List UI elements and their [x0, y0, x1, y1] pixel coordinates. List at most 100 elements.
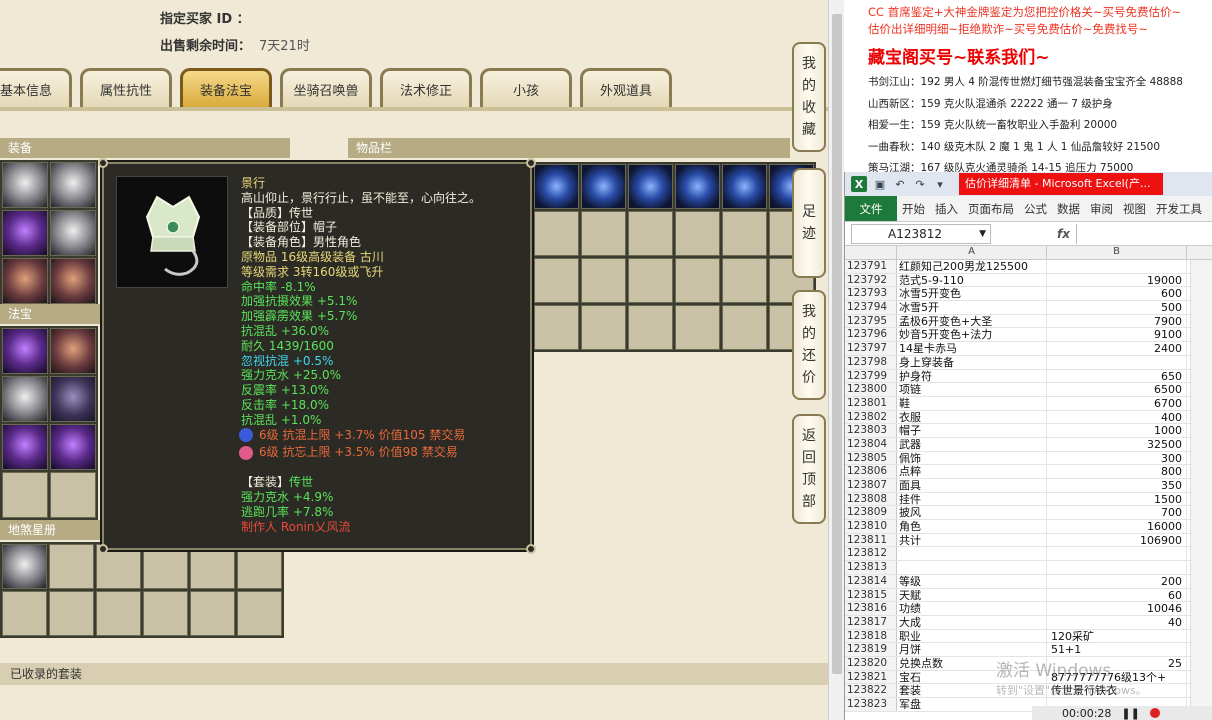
item-slot[interactable]: [722, 164, 767, 209]
cell-a[interactable]: 佩饰: [897, 451, 1047, 465]
fabao-slot[interactable]: [50, 328, 96, 374]
cell-a[interactable]: 红颜知己200男龙125500: [897, 260, 1047, 273]
star-slot[interactable]: [190, 544, 235, 589]
row-number[interactable]: 123813: [845, 561, 897, 574]
row-number[interactable]: 123815: [845, 588, 897, 602]
row-number[interactable]: 123792: [845, 273, 897, 287]
back-to-top-button[interactable]: 返回顶部: [792, 414, 826, 524]
row-number[interactable]: 123823: [845, 698, 897, 711]
star-slot[interactable]: [190, 591, 235, 636]
star-slot[interactable]: [237, 544, 282, 589]
star-slot[interactable]: [237, 591, 282, 636]
browser-scrollbar[interactable]: [828, 0, 844, 720]
cell-a[interactable]: 护身符: [897, 369, 1047, 383]
cell-a[interactable]: 冰雪5开变色: [897, 287, 1047, 300]
ribbon-tab[interactable]: 公式: [1019, 196, 1052, 221]
cell-b[interactable]: 7900: [1047, 314, 1187, 328]
cell-b[interactable]: 6700: [1047, 396, 1187, 410]
tab-mounts-pets[interactable]: 坐骑召唤兽: [280, 68, 372, 108]
cell-b[interactable]: 350: [1047, 479, 1187, 492]
tab-equip-fabao[interactable]: 装备法宝: [180, 68, 272, 108]
row-number[interactable]: 123810: [845, 520, 897, 533]
star-slot[interactable]: [2, 591, 47, 636]
row-number[interactable]: 123817: [845, 615, 897, 629]
row-number[interactable]: 123793: [845, 287, 897, 301]
cell-a[interactable]: 天赋: [897, 588, 1047, 602]
scrollbar-thumb[interactable]: [832, 14, 842, 674]
cell-a[interactable]: 军盘: [897, 698, 1047, 711]
cell-b[interactable]: 700: [1047, 506, 1187, 519]
row-number[interactable]: 123803: [845, 424, 897, 437]
cell-b[interactable]: 800: [1047, 465, 1187, 478]
pause-icon[interactable]: ❚❚: [1121, 707, 1139, 720]
row-number[interactable]: 123805: [845, 451, 897, 465]
star-slot[interactable]: [96, 591, 141, 636]
cell-a[interactable]: 衣服: [897, 410, 1047, 424]
row-number[interactable]: 123806: [845, 465, 897, 478]
cell-b[interactable]: 51+1: [1047, 643, 1187, 656]
cell-b[interactable]: 500: [1047, 301, 1187, 314]
select-all-corner[interactable]: [845, 246, 897, 259]
row-number[interactable]: 123791: [845, 260, 897, 273]
cell-b[interactable]: 400: [1047, 410, 1187, 424]
cell-a[interactable]: 披风: [897, 506, 1047, 519]
row-number[interactable]: 123821: [845, 670, 897, 684]
cell-b[interactable]: 300: [1047, 451, 1187, 465]
cell-b[interactable]: 60: [1047, 588, 1187, 602]
row-number[interactable]: 123795: [845, 314, 897, 328]
item-slot[interactable]: [534, 305, 579, 350]
item-slot[interactable]: [675, 258, 720, 303]
cell-a[interactable]: 角色: [897, 520, 1047, 533]
row-number[interactable]: 123808: [845, 492, 897, 506]
cell-a[interactable]: 功绩: [897, 602, 1047, 615]
cell-b[interactable]: [1047, 547, 1187, 561]
row-number[interactable]: 123804: [845, 437, 897, 451]
ribbon-file-tab[interactable]: 文件: [845, 196, 897, 221]
cell-a[interactable]: 鞋: [897, 396, 1047, 410]
undo-icon[interactable]: ↶: [893, 177, 907, 191]
cell-a[interactable]: 冰雪5开: [897, 301, 1047, 314]
row-number[interactable]: 123809: [845, 506, 897, 520]
equip-slot[interactable]: [50, 162, 96, 208]
row-number[interactable]: 123799: [845, 369, 897, 383]
formula-input[interactable]: [1075, 223, 1212, 244]
item-slot[interactable]: [675, 164, 720, 209]
cell-a[interactable]: [897, 547, 1047, 561]
row-number[interactable]: 123801: [845, 396, 897, 410]
row-number[interactable]: 123798: [845, 355, 897, 369]
cell-a[interactable]: 项链: [897, 383, 1047, 396]
cell-b[interactable]: 16000: [1047, 520, 1187, 533]
star-slot[interactable]: [143, 591, 188, 636]
fabao-slot[interactable]: [50, 424, 96, 470]
name-box[interactable]: A123812 ▼: [851, 223, 991, 244]
cell-a[interactable]: 妙音5开变色+法力: [897, 328, 1047, 341]
my-bargain-button[interactable]: 我的还价: [792, 290, 826, 400]
cell-b[interactable]: 9100: [1047, 328, 1187, 341]
customize-toolbar-icon[interactable]: ▾: [933, 177, 947, 191]
tab-spell-mods[interactable]: 法术修正: [380, 68, 472, 108]
cell-b[interactable]: 6500: [1047, 383, 1187, 396]
fabao-slot[interactable]: [50, 376, 96, 422]
cell-b[interactable]: 10046: [1047, 602, 1187, 615]
cell-b[interactable]: 40: [1047, 615, 1187, 629]
item-slot[interactable]: [628, 258, 673, 303]
cell-a[interactable]: 点粹: [897, 465, 1047, 478]
ribbon-tab[interactable]: 开发工具: [1151, 196, 1207, 221]
row-number[interactable]: 123814: [845, 574, 897, 588]
cell-a[interactable]: 职业: [897, 629, 1047, 643]
cell-a[interactable]: 挂件: [897, 492, 1047, 506]
fabao-slot[interactable]: [2, 472, 48, 518]
ribbon-tab[interactable]: 数据: [1052, 196, 1085, 221]
footprint-button[interactable]: 足迹: [792, 168, 826, 278]
item-slot[interactable]: [722, 305, 767, 350]
cell-a[interactable]: 等级: [897, 574, 1047, 588]
equip-slot[interactable]: [2, 162, 48, 208]
tab-child[interactable]: 小孩: [480, 68, 572, 108]
column-header-a[interactable]: A: [897, 246, 1047, 259]
item-slot[interactable]: [581, 305, 626, 350]
cell-b[interactable]: 1000: [1047, 424, 1187, 437]
row-number[interactable]: 123802: [845, 410, 897, 424]
item-slot[interactable]: [628, 211, 673, 256]
row-number[interactable]: 123796: [845, 328, 897, 342]
row-number[interactable]: 123812: [845, 547, 897, 561]
